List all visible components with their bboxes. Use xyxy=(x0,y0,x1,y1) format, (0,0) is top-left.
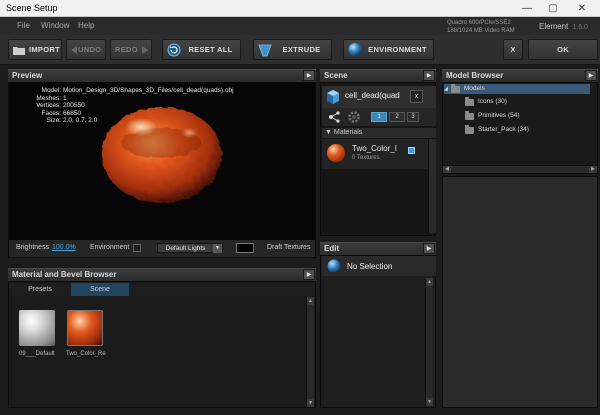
menu-bar: File Window Help Quadro 600/PCIe/SSE2 18… xyxy=(0,17,600,35)
brightness-label: Brightness xyxy=(16,244,50,251)
reset-icon xyxy=(167,43,181,57)
plugin-name: Element 1.6.0 xyxy=(539,22,588,31)
folder-icon xyxy=(450,83,460,93)
minimize-button[interactable]: — xyxy=(514,0,540,17)
scene-scrollbar[interactable] xyxy=(428,139,436,233)
toolbar: IMPORT UNDO REDO RESET ALL EXTRUDE ENVIR… xyxy=(0,35,600,65)
material-browser-header: Material and Bevel Browser ▶ xyxy=(8,268,316,281)
window-titlebar: Scene Setup — ▢ ✕ xyxy=(0,0,600,17)
edit-header: Edit ▶ xyxy=(320,242,436,255)
scroll-left-icon[interactable]: ◀ xyxy=(443,166,451,173)
gear-icon[interactable] xyxy=(347,110,361,124)
redo-button[interactable]: REDO xyxy=(110,39,152,60)
selection-sphere-icon xyxy=(327,259,341,273)
maximize-button[interactable]: ▢ xyxy=(540,0,566,17)
undo-arrow-icon xyxy=(71,43,77,57)
redo-arrow-icon xyxy=(141,43,148,57)
folder-icon xyxy=(465,124,474,134)
caret-down-icon: ▼ xyxy=(325,129,332,136)
scene-header: Scene ▶ xyxy=(320,69,436,82)
draft-textures-label: Draft Textures xyxy=(267,244,311,251)
material-thumb-two-color[interactable] xyxy=(67,310,103,346)
environment-sphere-icon xyxy=(348,43,362,57)
scene-menu-arrow[interactable]: ▶ xyxy=(423,70,435,81)
edit-panel xyxy=(320,255,436,408)
segment-3[interactable]: 3 xyxy=(407,112,419,122)
material-label-default: 09___Default xyxy=(19,351,55,357)
lights-dropdown[interactable]: Default Lights ▼ xyxy=(157,243,223,253)
brightness-value[interactable]: 100.0% xyxy=(52,244,76,251)
material-thumb-default[interactable] xyxy=(19,310,55,346)
gpu-info: Quadro 600/PCIe/SSE2 188/1024 MB Video R… xyxy=(447,20,515,34)
tree-node-icons[interactable]: Icons (30) xyxy=(465,96,507,107)
preview-menu-arrow[interactable]: ▶ xyxy=(303,70,315,81)
material-visible-toggle[interactable] xyxy=(408,147,415,154)
tree-node-starter-pack[interactable]: Starter_Pack (34) xyxy=(465,124,529,135)
scroll-up-icon[interactable]: ▲ xyxy=(426,278,433,286)
tab-scene[interactable]: Scene xyxy=(71,283,129,296)
environment-label: Environment xyxy=(90,244,130,251)
preview-options-bar: Brightness 100.0% Environment Default Li… xyxy=(9,240,315,257)
edit-scrollbar[interactable]: ▲ ▼ xyxy=(425,278,433,406)
expand-icon: ◢ xyxy=(444,86,448,92)
menu-help[interactable]: Help xyxy=(78,21,94,30)
environment-button[interactable]: ENVIRONMENT xyxy=(343,39,434,60)
undo-button[interactable]: UNDO xyxy=(66,39,106,60)
window-title: Scene Setup xyxy=(6,3,58,13)
model-browser-header: Model Browser ▶ xyxy=(442,69,598,82)
draft-textures-swatch[interactable] xyxy=(236,243,254,253)
scroll-down-icon[interactable]: ▼ xyxy=(307,399,314,407)
folder-icon xyxy=(465,96,474,106)
model-info: Model: Motion_Design_3D/Shapes_3D_Files/c… xyxy=(36,87,234,124)
material-sphere-icon xyxy=(327,144,345,162)
scene-object-close-button[interactable]: x xyxy=(410,90,423,103)
ok-button[interactable]: OK xyxy=(528,39,598,60)
extrude-button[interactable]: EXTRUDE xyxy=(253,39,332,60)
edit-selection-row: No Selection xyxy=(322,256,436,276)
plugin-version: 1.6.0 xyxy=(572,24,588,31)
scene-object-row[interactable]: cell_dead(quad x xyxy=(322,86,436,108)
scene-material-name: Two_Color_I xyxy=(352,144,397,153)
segment-2[interactable]: 2 xyxy=(389,112,405,122)
import-button[interactable]: IMPORT xyxy=(8,39,62,60)
segment-1[interactable]: 1 xyxy=(371,112,387,122)
environment-checkbox[interactable] xyxy=(133,244,141,252)
scroll-up-icon[interactable]: ▲ xyxy=(307,297,314,305)
material-label-two-color: Two_Color_Re xyxy=(66,351,106,357)
model-thumbnails-panel xyxy=(442,176,598,408)
cancel-x-button[interactable]: X xyxy=(503,39,523,60)
menu-file[interactable]: File xyxy=(17,21,30,30)
extrude-icon xyxy=(258,43,272,57)
scene-object-name: cell_dead(quad xyxy=(345,91,400,100)
reset-all-button[interactable]: RESET ALL xyxy=(162,39,241,60)
hierarchy-icon[interactable] xyxy=(328,111,340,123)
edit-status: No Selection xyxy=(347,262,393,271)
scene-material-row[interactable]: Two_Color_I 0 Textures xyxy=(322,139,428,169)
materials-section[interactable]: ▼ Materials xyxy=(322,128,436,138)
edit-menu-arrow[interactable]: ▶ xyxy=(423,243,435,254)
model-tree-hscrollbar[interactable]: ◀ ▶ xyxy=(443,165,597,173)
model-browser-menu-arrow[interactable]: ▶ xyxy=(585,70,597,81)
scene-material-textures: 0 Textures xyxy=(352,155,380,161)
close-window-button[interactable]: ✕ xyxy=(566,0,598,17)
menu-window[interactable]: Window xyxy=(41,21,69,30)
folder-icon xyxy=(465,110,474,120)
tree-node-models[interactable]: ◢ Models xyxy=(444,83,590,94)
chevron-down-icon: ▼ xyxy=(213,243,222,253)
scroll-down-icon[interactable]: ▼ xyxy=(426,398,433,406)
scroll-right-icon[interactable]: ▶ xyxy=(589,166,597,173)
material-scrollbar[interactable]: ▲ ▼ xyxy=(306,297,314,407)
scene-tools: 1 2 3 xyxy=(322,108,436,126)
folder-icon xyxy=(13,43,25,57)
tab-presets[interactable]: Presets xyxy=(9,283,71,296)
cube-icon xyxy=(327,90,339,104)
tree-node-primitives[interactable]: Primitives (54) xyxy=(465,110,520,121)
material-tabs: Presets Scene xyxy=(9,283,315,296)
preview-header: Preview ▶ xyxy=(8,69,316,82)
material-browser-menu-arrow[interactable]: ▶ xyxy=(303,269,315,280)
